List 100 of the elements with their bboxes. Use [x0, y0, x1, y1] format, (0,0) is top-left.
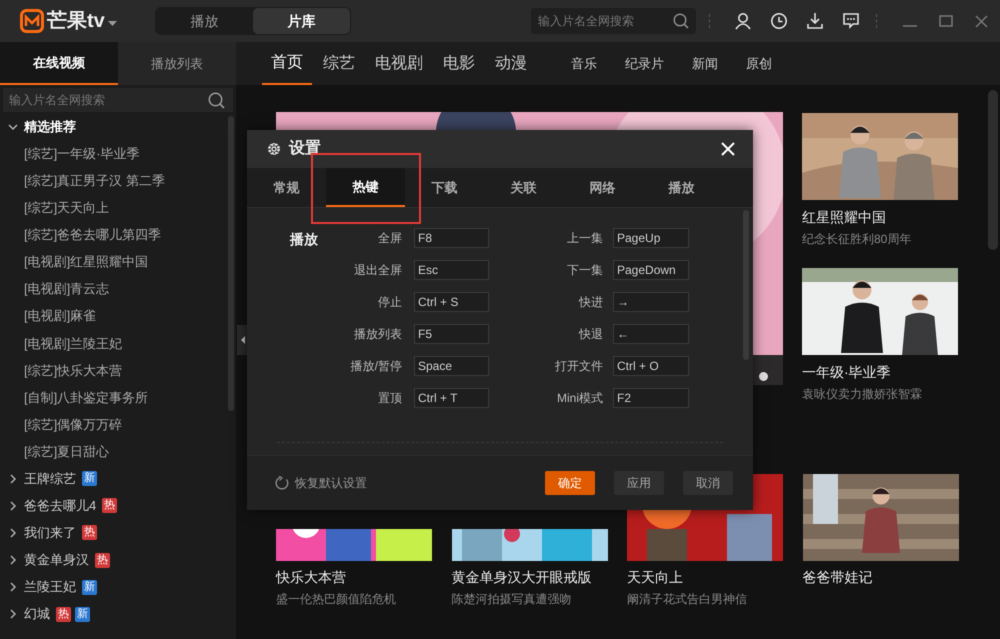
hotkey-field[interactable]: F2 — [613, 388, 689, 408]
chevron-right-icon[interactable] — [8, 528, 18, 538]
nav-tab[interactable]: 电视剧 — [375, 42, 423, 85]
chevron-down-icon[interactable] — [8, 122, 18, 132]
download-icon[interactable] — [806, 12, 824, 30]
chevron-right-icon[interactable] — [8, 555, 18, 566]
scrollbar-thumb[interactable] — [988, 90, 998, 250]
tree-item[interactable]: 兰陵王妃 — [24, 577, 76, 597]
tree-item[interactable]: [综艺]夏日甜心 — [24, 442, 110, 462]
settings-tab[interactable]: 热键 — [326, 168, 405, 207]
tree-item[interactable]: 精选推荐 — [24, 116, 76, 136]
nav-tab[interactable]: 动漫 — [495, 42, 527, 85]
settings-tab[interactable]: 常规 — [247, 168, 326, 207]
maximize-icon[interactable] — [939, 14, 953, 28]
scrollbar-thumb[interactable] — [228, 116, 234, 411]
user-icon[interactable] — [734, 12, 752, 30]
mode-tab[interactable]: 片库 — [253, 8, 350, 34]
search-field[interactable]: 输入片名全网搜索 — [531, 8, 696, 34]
tree-item[interactable]: [综艺]爸爸去哪儿第四季 — [24, 225, 162, 245]
hotkey-field[interactable]: F8 — [414, 228, 489, 248]
sidebar-tab[interactable]: 在线视频 — [0, 42, 118, 85]
hotkey-field[interactable]: F5 — [414, 324, 489, 344]
hotkey-label: 播放/暂停 — [350, 358, 402, 375]
tree-item[interactable]: 黄金单身汉 — [24, 550, 89, 570]
hotkey-label: 播放列表 — [353, 326, 402, 343]
card-title[interactable]: 快乐大本营 — [276, 567, 432, 588]
hotkey-label: 下一集 — [566, 262, 603, 279]
hotkey-label: 上一集 — [566, 230, 603, 247]
settings-tab[interactable]: 关联 — [484, 168, 563, 207]
search-field[interactable]: 输入片名全网搜索 — [3, 88, 233, 112]
settings-tab[interactable]: 播放 — [642, 168, 721, 207]
card-title[interactable]: 天天向上 — [627, 567, 783, 588]
tree-item[interactable]: [综艺]一年级·毕业季 — [24, 144, 140, 164]
nav-tab[interactable]: 纪录片 — [625, 42, 664, 85]
card-subtitle: 袁咏仪卖力撒娇张智霖 — [802, 386, 923, 403]
card-subtitle: 陈楚河拍摄写真遭强吻 — [452, 591, 572, 608]
hotkey-label: 退出全屏 — [353, 262, 402, 279]
caret-icon[interactable] — [108, 21, 117, 27]
hotkey-field[interactable]: Ctrl + O — [613, 356, 689, 376]
chevron-left-icon — [240, 336, 246, 344]
collapse-handle[interactable] — [237, 325, 248, 355]
hotkey-label: 停止 — [377, 294, 402, 311]
tree-item[interactable]: [电视剧]麻雀 — [24, 306, 96, 326]
message-icon[interactable] — [842, 12, 860, 30]
card-title[interactable]: 黄金单身汉大开眼戒版 — [452, 567, 608, 588]
mode-tab[interactable]: 播放 — [156, 8, 253, 34]
tree-item[interactable]: [综艺]真正男子汉 第二季 — [24, 170, 165, 190]
nav-tab[interactable]: 电影 — [443, 42, 475, 85]
hotkey-field[interactable]: Esc — [414, 260, 489, 280]
nav-tab[interactable]: 新闻 — [692, 42, 718, 85]
dialog-button[interactable]: 取消 — [683, 471, 733, 495]
hotkey-field[interactable]: Ctrl + S — [414, 292, 489, 312]
tree-item[interactable]: 王牌综艺 — [24, 469, 76, 489]
chevron-right-icon[interactable] — [8, 609, 18, 620]
sidebar-tab[interactable]: 播放列表 — [118, 42, 236, 85]
nav-tab[interactable]: 首页 — [262, 42, 312, 85]
hotkey-label: 全屏 — [377, 230, 402, 247]
tree-item[interactable]: 爸爸去哪儿4 — [24, 496, 96, 516]
tree-item[interactable]: 幻城 — [24, 604, 50, 624]
reset-button[interactable]: 恢复默认设置 — [275, 474, 367, 492]
tree-item[interactable]: [电视剧]兰陵王妃 — [24, 334, 122, 354]
section-title: 播放 — [290, 230, 319, 249]
nav-tab[interactable]: 原创 — [746, 42, 772, 85]
tag: 热 — [82, 525, 97, 540]
logo-icon — [20, 9, 44, 33]
search-icon[interactable] — [208, 92, 225, 109]
dialog-button[interactable]: 应用 — [614, 471, 664, 495]
tree-item[interactable]: [电视剧]红星照耀中国 — [24, 252, 148, 272]
nav-tab[interactable]: 综艺 — [323, 42, 355, 85]
card-title[interactable]: 红星照耀中国 — [802, 207, 958, 228]
tree-item[interactable]: [综艺]快乐大本营 — [24, 360, 122, 380]
hotkey-field[interactable]: PageUp — [613, 228, 689, 248]
chevron-right-icon[interactable] — [8, 582, 18, 592]
chevron-right-icon[interactable] — [8, 474, 18, 484]
tree-item[interactable]: [电视剧]青云志 — [24, 279, 110, 299]
hotkey-label: 置顶 — [377, 390, 402, 407]
card-title[interactable]: 爸爸带娃记 — [802, 567, 958, 588]
tag: 新 — [82, 580, 97, 595]
tree-item[interactable]: [综艺]天天向上 — [24, 198, 110, 218]
tag: 新 — [82, 471, 97, 486]
hotkey-label: Mini模式 — [556, 390, 603, 407]
tree-item[interactable]: [综艺]偶像万万碎 — [24, 414, 122, 434]
hotkey-field[interactable]: ← — [613, 324, 689, 344]
settings-tab[interactable]: 网络 — [563, 168, 642, 207]
chevron-right-icon[interactable] — [8, 500, 18, 511]
hotkey-field[interactable]: PageDown — [613, 260, 689, 280]
settings-tab[interactable]: 下载 — [405, 168, 484, 207]
search-icon[interactable] — [673, 13, 689, 29]
history-icon[interactable] — [770, 12, 788, 30]
tree-item[interactable]: 我们来了 — [24, 523, 76, 543]
tree-item[interactable]: [自制]八卦鉴定事务所 — [24, 388, 148, 408]
nav-tab[interactable]: 音乐 — [571, 42, 597, 85]
refresh-icon — [275, 476, 289, 490]
confirm-button[interactable]: 确定 — [545, 471, 595, 495]
hotkey-field[interactable]: → — [613, 292, 689, 312]
card-title[interactable]: 一年级·毕业季 — [802, 362, 958, 383]
hotkey-field[interactable]: Space — [414, 356, 489, 376]
tag: 新 — [75, 606, 90, 622]
hotkey-field[interactable]: Ctrl + T — [414, 388, 489, 408]
tag: 热 — [102, 498, 118, 514]
